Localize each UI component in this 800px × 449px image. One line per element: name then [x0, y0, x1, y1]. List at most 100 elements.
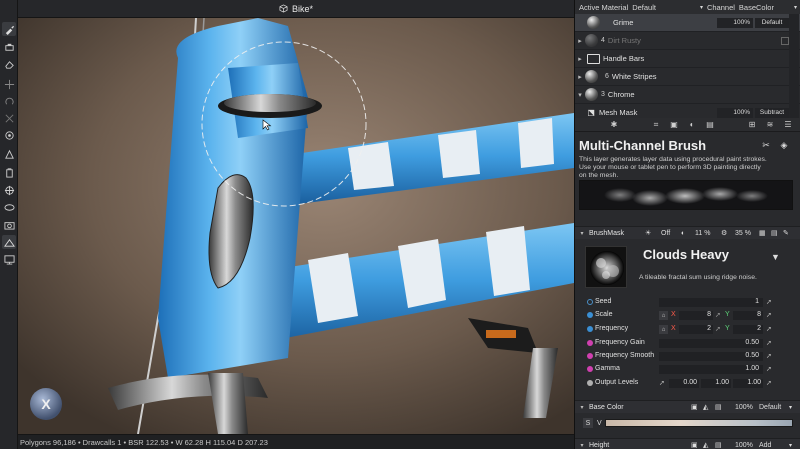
- eraser-icon[interactable]: [2, 57, 16, 71]
- layer-grime[interactable]: Grime 100% Default: [575, 14, 800, 32]
- add-layer-icon[interactable]: ≋: [765, 120, 775, 130]
- grid-icon[interactable]: ▦: [759, 229, 766, 237]
- collapse-arrow-icon[interactable]: ▾: [575, 91, 585, 99]
- active-material-select[interactable]: Default: [632, 3, 656, 12]
- transform-icon[interactable]: [2, 111, 16, 125]
- height-blend[interactable]: Add: [759, 442, 771, 449]
- 3d-viewport[interactable]: Bike* X Polygons 96,186 • Drawcalls 1 • …: [18, 0, 574, 449]
- frequency-gain-value[interactable]: 0.50: [745, 339, 759, 346]
- fill-icon[interactable]: ◭: [703, 403, 708, 411]
- pin-icon[interactable]: ➚: [766, 339, 772, 347]
- layer-dirt-rusty[interactable]: ▸ 4 Dirt Rusty: [575, 32, 800, 50]
- axis-gizmo[interactable]: X: [30, 388, 62, 420]
- brush-icon[interactable]: [2, 22, 16, 36]
- expand-arrow-icon[interactable]: ▸: [575, 73, 585, 81]
- pin-icon[interactable]: ➚: [766, 298, 772, 306]
- pin-icon[interactable]: ➚: [766, 311, 772, 319]
- gamma-value[interactable]: 1.00: [745, 365, 759, 372]
- color-mode-s[interactable]: S: [583, 418, 593, 428]
- seed-slider[interactable]: [659, 298, 763, 307]
- chevron-down-icon[interactable]: ▼: [771, 252, 780, 262]
- collapse-arrow-icon[interactable]: ▾: [575, 230, 589, 237]
- base-color-swatch[interactable]: [605, 419, 793, 427]
- pin-icon[interactable]: ✎: [783, 229, 789, 237]
- lock-icon[interactable]: ⌂: [659, 325, 668, 334]
- chevron-down-icon[interactable]: ▾: [789, 404, 792, 411]
- tools-icon[interactable]: ✂: [761, 140, 771, 150]
- layer-opacity[interactable]: 100%: [717, 107, 753, 118]
- channel-select[interactable]: BaseColor: [739, 3, 774, 12]
- height-opacity[interactable]: 100%: [735, 442, 753, 449]
- layers-stack-icon[interactable]: ◈: [779, 140, 789, 150]
- collapse-arrow-icon[interactable]: ▾: [575, 442, 589, 449]
- visibility-checkbox[interactable]: [781, 36, 789, 45]
- pin-icon[interactable]: ➚: [766, 325, 772, 333]
- image-icon[interactable]: ▤: [715, 403, 722, 411]
- frequency-y-field[interactable]: 2: [733, 325, 763, 334]
- fill-icon[interactable]: ◭: [703, 441, 708, 449]
- height-header[interactable]: ▾ Height ▣ ◭ ▤ 100% Add ▾: [575, 438, 800, 449]
- collapse-arrow-icon[interactable]: ▾: [575, 404, 589, 411]
- layer-name: Handle Bars: [603, 54, 645, 63]
- chevron-down-icon[interactable]: ▾: [700, 4, 703, 11]
- brushmask-header[interactable]: ▾ BrushMask ☀ Off ◐ 11 % ⚙ 35 % ▦ ▤ ✎: [575, 226, 800, 239]
- layer-scrollbar[interactable]: [789, 14, 799, 118]
- layer-opacity[interactable]: 100%: [717, 17, 753, 28]
- layer-blend-mode[interactable]: Subtract: [755, 107, 789, 118]
- link-icon[interactable]: ➚: [715, 311, 723, 319]
- frequency-x-field[interactable]: 2: [679, 325, 713, 334]
- link-icon[interactable]: ➚: [715, 325, 723, 333]
- add-folder-icon[interactable]: ⊞: [747, 120, 757, 130]
- brushmask-value-1[interactable]: 11 %: [695, 230, 710, 237]
- lock-icon[interactable]: ⌂: [659, 311, 668, 320]
- base-color-blend[interactable]: Default: [759, 404, 781, 411]
- scale-icon: [587, 312, 593, 318]
- smudge-icon[interactable]: [2, 77, 16, 91]
- contrast-icon[interactable]: ◐: [687, 120, 697, 130]
- mask-icon[interactable]: ▣: [669, 120, 679, 130]
- frequency-smooth-value[interactable]: 0.50: [745, 352, 759, 359]
- scale-y-field[interactable]: 8: [733, 311, 763, 320]
- brushmask-toggle[interactable]: Off: [661, 230, 670, 237]
- image-icon[interactable]: ▤: [715, 441, 722, 449]
- pin-icon[interactable]: ➚: [659, 379, 665, 387]
- base-color-opacity[interactable]: 100%: [735, 404, 753, 411]
- noise-thumbnail[interactable]: [585, 246, 627, 288]
- output-min-field[interactable]: 0.00: [669, 379, 699, 388]
- chevron-down-icon[interactable]: ▾: [794, 4, 797, 11]
- chevron-down-icon[interactable]: ▾: [789, 442, 792, 449]
- layer-blend-mode[interactable]: Default: [755, 17, 789, 28]
- pin-icon[interactable]: ➚: [766, 365, 772, 373]
- toggle-icon[interactable]: ▣: [691, 441, 698, 449]
- toggle-icon[interactable]: ▣: [691, 403, 698, 411]
- effects-icon[interactable]: ✱: [609, 120, 619, 130]
- lighting-icon[interactable]: [2, 235, 16, 249]
- clone-icon[interactable]: [2, 94, 16, 108]
- layer-white-stripes[interactable]: ▸ 6 White Stripes: [575, 68, 800, 86]
- output-max-field[interactable]: 1.00: [733, 379, 763, 388]
- expand-arrow-icon[interactable]: ▸: [575, 55, 585, 63]
- layer-chrome[interactable]: ▾ 3 Chrome: [575, 86, 800, 104]
- env-icon[interactable]: [2, 200, 16, 214]
- pin-icon[interactable]: ➚: [766, 352, 772, 360]
- display-icon[interactable]: [2, 252, 16, 266]
- image-icon[interactable]: ▤: [771, 229, 778, 237]
- polygon-fill-icon[interactable]: [2, 147, 16, 161]
- bucket-icon[interactable]: [2, 165, 16, 179]
- picker-icon[interactable]: [2, 183, 16, 197]
- expand-arrow-icon[interactable]: ▸: [575, 37, 585, 45]
- pin-icon[interactable]: ➚: [766, 379, 772, 387]
- brushmask-value-2[interactable]: 35 %: [735, 230, 751, 237]
- layers-icon[interactable]: ☰: [783, 120, 793, 130]
- crop-icon[interactable]: ⌗: [651, 120, 661, 130]
- base-color-header[interactable]: ▾ Base Color ▣ ◭ ▤ 100% Default ▾: [575, 400, 800, 413]
- scale-x-field[interactable]: 8: [679, 311, 713, 320]
- projection-icon[interactable]: [2, 128, 16, 142]
- image-icon[interactable]: ▤: [705, 120, 715, 130]
- output-mid-field[interactable]: 1.00: [701, 379, 731, 388]
- fill-icon[interactable]: [2, 40, 16, 54]
- camera-icon[interactable]: [2, 217, 16, 231]
- layer-thumbnail: [585, 70, 598, 83]
- layer-handle-bars[interactable]: ▸ Handle Bars: [575, 50, 800, 68]
- seed-value[interactable]: 1: [755, 298, 759, 305]
